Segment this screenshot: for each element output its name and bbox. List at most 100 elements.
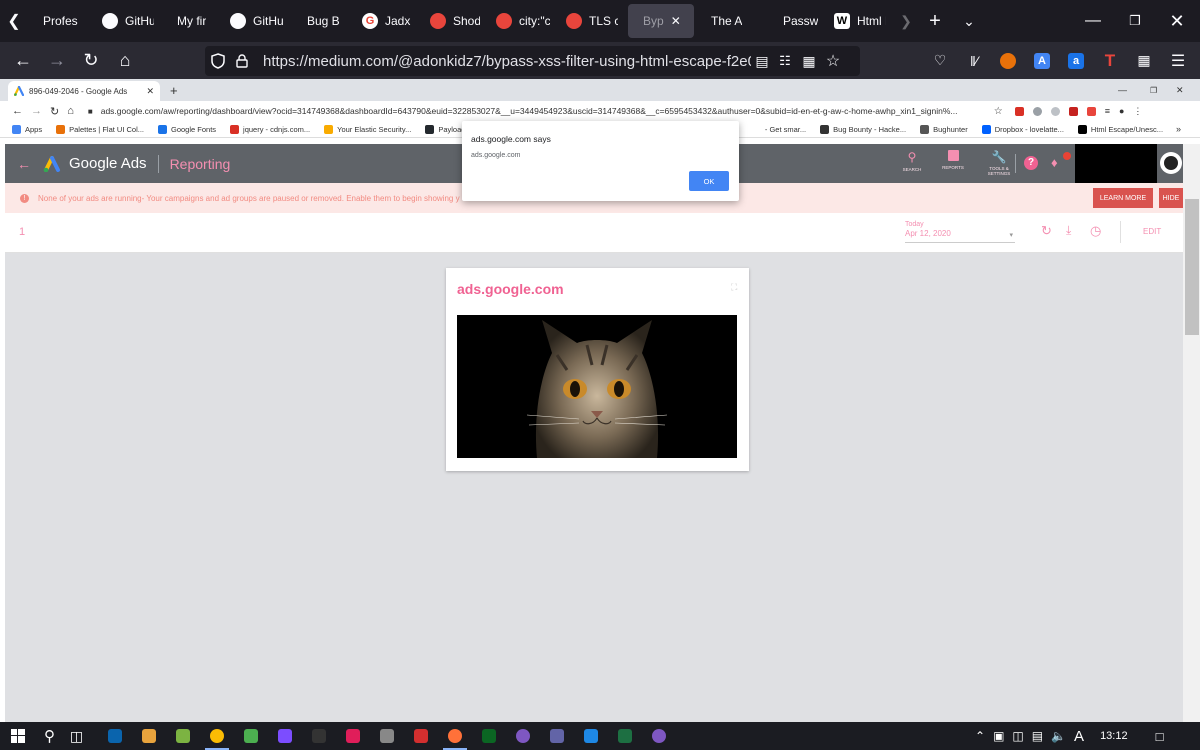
- fullscreen-icon[interactable]: ⛶: [731, 282, 737, 293]
- chrome-ext-box-icon[interactable]: [1086, 106, 1096, 116]
- menu-icon[interactable]: ☰: [1166, 51, 1190, 71]
- firefox-tab[interactable]: The A: [696, 0, 768, 42]
- help-icon[interactable]: ?: [1024, 156, 1038, 170]
- paint-icon[interactable]: [166, 722, 200, 750]
- excel-icon[interactable]: [608, 722, 642, 750]
- bookmark-item[interactable]: Html Escape/Unesc...: [1077, 124, 1163, 134]
- download-icon[interactable]: ⤓: [1066, 223, 1071, 238]
- action-center-icon[interactable]: □: [1156, 729, 1164, 744]
- chrome-minimize-icon[interactable]: —: [1118, 85, 1127, 95]
- tracking-shield-icon[interactable]: [205, 53, 231, 69]
- new-tab-icon[interactable]: +: [918, 6, 952, 36]
- tor-icon[interactable]: [506, 722, 540, 750]
- firefox-tab[interactable]: Bug B: [292, 0, 354, 42]
- record-icon[interactable]: [404, 722, 438, 750]
- history-clock-icon[interactable]: ◷: [1090, 223, 1101, 239]
- tab-list-icon[interactable]: ⌄: [952, 6, 986, 36]
- extension-translate-icon[interactable]: A: [1030, 52, 1054, 69]
- chrome-ext-shield-icon[interactable]: [1068, 106, 1078, 116]
- account-redacted-block[interactable]: [1075, 144, 1157, 183]
- mobax-icon[interactable]: [472, 722, 506, 750]
- bookmark-item[interactable]: Palettes | Flat UI Col...: [56, 124, 144, 134]
- firefox-tab[interactable]: W Html E: [826, 0, 894, 42]
- chrome-url-text[interactable]: ads.google.com/aw/reporting/dashboard/vi…: [101, 106, 986, 116]
- bookmark-item[interactable]: Google Fonts: [158, 124, 216, 134]
- bookmarks-overflow-icon[interactable]: »: [1176, 124, 1181, 134]
- firefox-tab[interactable]: GitHu: [222, 0, 292, 42]
- tray-monitor-icon[interactable]: ▣: [993, 729, 1004, 743]
- windows-start-icon[interactable]: [0, 722, 36, 750]
- reload-icon[interactable]: ↻: [74, 46, 108, 76]
- chrome-forward-icon[interactable]: →: [31, 105, 42, 117]
- taskbar-search-icon[interactable]: ⚲: [36, 722, 63, 750]
- firefox-tab[interactable]: city:"c: [488, 0, 558, 42]
- bookmark-star-icon[interactable]: ☆: [821, 51, 845, 71]
- close-window-icon[interactable]: ✕: [1154, 0, 1200, 42]
- bookmark-item[interactable]: Bug Bounty - Hacke...: [820, 124, 906, 134]
- translate-icon[interactable]: ☷: [773, 53, 797, 69]
- chrome-ext-gray-icon[interactable]: [1032, 106, 1042, 116]
- battery-icon[interactable]: ◫: [1012, 729, 1023, 743]
- task-view-icon[interactable]: ◫: [63, 722, 90, 750]
- firefox-tab[interactable]: Passw: [768, 0, 826, 42]
- volume-icon[interactable]: 🔈: [1051, 729, 1066, 743]
- forward-icon[interactable]: →: [40, 46, 74, 76]
- date-range-picker[interactable]: Today Apr 12, 2020 ▾: [905, 221, 1015, 243]
- files-icon[interactable]: [132, 722, 166, 750]
- outlook-icon[interactable]: [98, 722, 132, 750]
- slack-icon[interactable]: [336, 722, 370, 750]
- extension-t-icon[interactable]: T: [1098, 51, 1122, 71]
- hide-button[interactable]: HIDE: [1159, 188, 1183, 208]
- scrollbar-thumb[interactable]: [1185, 199, 1199, 335]
- settings-icon[interactable]: [370, 722, 404, 750]
- chrome-mic-icon[interactable]: ●: [1119, 106, 1124, 116]
- bookmark-item[interactable]: Your Elastic Security...: [324, 124, 411, 134]
- firefox-url-bar[interactable]: https://medium.com/@adonkidz7/bypass-xss…: [205, 46, 860, 76]
- firefox-url-text[interactable]: https://medium.com/@adonkidz7/bypass-xss…: [263, 53, 751, 70]
- pocket-icon[interactable]: ♡: [928, 52, 952, 69]
- bookmark-item[interactable]: Dropbox - lovelatte...: [981, 124, 1064, 134]
- terminal-icon[interactable]: [302, 722, 336, 750]
- chrome-tab-google-ads[interactable]: 896-049-2046 - Google Ads ✕: [8, 81, 160, 101]
- firefox-icon[interactable]: [438, 722, 472, 750]
- nav-tools-settings[interactable]: 🔧 TOOLS & SETTINGS: [984, 150, 1014, 176]
- firefox-tab[interactable]: Profes: [28, 0, 94, 42]
- chrome-star-icon[interactable]: ☆: [994, 106, 1003, 117]
- tab-scroll-left-icon[interactable]: ❮: [0, 6, 28, 36]
- firefox-tab[interactable]: Shoda: [422, 0, 488, 42]
- chrome-menu-icon[interactable]: ⋮: [1133, 106, 1142, 117]
- avatar[interactable]: [1160, 152, 1182, 174]
- firefox-tab[interactable]: TLS cc: [558, 0, 626, 42]
- chrome-icon[interactable]: [200, 722, 234, 750]
- lock-icon[interactable]: [231, 54, 253, 68]
- clock-time[interactable]: 13:12: [1100, 730, 1128, 742]
- notepad-icon[interactable]: [234, 722, 268, 750]
- chrome-reload-icon[interactable]: ↻: [50, 105, 59, 118]
- restore-icon[interactable]: ❐: [1112, 0, 1158, 42]
- extensions-grid-icon[interactable]: ▦: [797, 53, 821, 70]
- tab-scroll-right-icon[interactable]: ❯: [894, 6, 918, 36]
- input-language[interactable]: A: [1074, 728, 1084, 745]
- extension-puzzle-icon[interactable]: ▦: [1132, 52, 1156, 69]
- power-icon[interactable]: [268, 722, 302, 750]
- nav-reports[interactable]: REPORTS: [940, 150, 966, 170]
- tray-overflow-icon[interactable]: ⌃: [975, 729, 985, 743]
- notifications-bell-icon[interactable]: ♦: [1051, 155, 1058, 170]
- network-icon[interactable]: ▤: [1032, 729, 1043, 743]
- google-ads-brand[interactable]: Google Ads: [69, 155, 147, 172]
- reader-view-icon[interactable]: ▤: [751, 53, 773, 70]
- chrome-close-icon[interactable]: ✕: [1176, 85, 1184, 96]
- extension-translate2-icon[interactable]: a: [1064, 52, 1088, 69]
- bookmark-item[interactable]: - Get smar...: [751, 124, 806, 134]
- ga-back-arrow-icon[interactable]: ←: [17, 156, 31, 172]
- chrome-tab-close-icon[interactable]: ✕: [146, 86, 154, 97]
- bookmark-item[interactable]: jquery - cdnjs.com...: [230, 124, 310, 134]
- firefox-tab[interactable]: G Jadx -: [354, 0, 422, 42]
- edit-button[interactable]: EDIT: [1143, 227, 1161, 236]
- chrome-ext-red-icon[interactable]: [1014, 106, 1024, 116]
- chrome-restore-icon[interactable]: ❐: [1150, 86, 1157, 95]
- minimize-icon[interactable]: —: [1070, 0, 1116, 42]
- nav-search[interactable]: ⚲ SEARCH: [902, 150, 922, 172]
- firefox-tab[interactable]: GitHu: [94, 0, 162, 42]
- bookmark-item[interactable]: Apps: [12, 124, 42, 134]
